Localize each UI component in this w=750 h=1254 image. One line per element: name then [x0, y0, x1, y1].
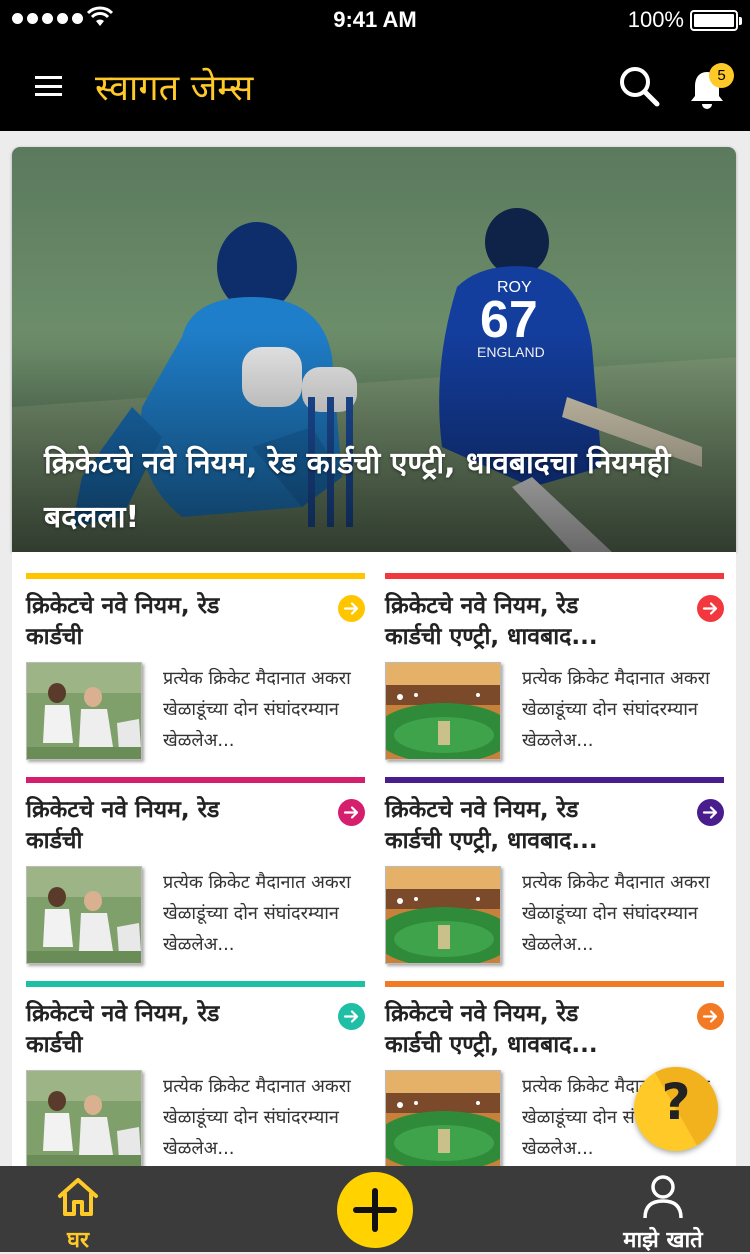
nav-home-label: घर	[66, 1228, 89, 1253]
help-button[interactable]: ?	[634, 1067, 718, 1151]
hamburger-menu-icon[interactable]	[35, 76, 62, 96]
home-icon	[58, 1178, 98, 1216]
add-button[interactable]	[337, 1172, 413, 1248]
search-icon[interactable]	[618, 65, 660, 107]
card-color-bar	[385, 573, 724, 579]
battery-percentage: 100%	[627, 7, 684, 32]
card-title[interactable]: क्रिकेटचे नवे नियम, रेड कार्डची	[26, 999, 326, 1061]
card-color-bar	[26, 981, 365, 987]
battery-icon	[690, 10, 742, 31]
card-description: प्रत्येक क्रिकेट मैदानात अकरा खेळाडूंच्य…	[522, 872, 710, 955]
cricket-fielders-thumbnail	[26, 866, 142, 964]
card-color-bar	[26, 777, 365, 783]
card-color-bar	[26, 573, 365, 579]
news-grid: क्रिकेटचे नवे नियम, रेड कार्डची प्रत्येक…	[12, 552, 736, 1172]
card-color-bar	[385, 981, 724, 987]
arrow-right-icon[interactable]	[697, 799, 724, 826]
news-card[interactable]: क्रिकेटचे नवे नियम, रेड कार्डची प्रत्येक…	[26, 981, 365, 1171]
arrow-right-icon[interactable]	[338, 1003, 365, 1030]
card-title[interactable]: क्रिकेटचे नवे नियम, रेड कार्डची एण्ट्री,…	[385, 591, 685, 653]
app-header: स्वागत जेम्स 5	[0, 40, 750, 131]
card-title[interactable]: क्रिकेटचे नवे नियम, रेड कार्डची एण्ट्री,…	[385, 795, 685, 857]
hero-headline[interactable]: क्रिकेटचे नवे नियम, रेड कार्डची एण्ट्री,…	[44, 437, 714, 545]
card-title[interactable]: क्रिकेटचे नवे नियम, रेड कार्डची	[26, 795, 326, 857]
notification-badge: 5	[709, 63, 734, 88]
news-card[interactable]: क्रिकेटचे नवे नियम, रेड कार्डची प्रत्येक…	[26, 777, 365, 967]
card-color-bar	[385, 777, 724, 783]
arrow-right-icon[interactable]	[338, 799, 365, 826]
news-card[interactable]: क्रिकेटचे नवे नियम, रेड कार्डची एण्ट्री,…	[385, 573, 724, 763]
cricket-fielders-thumbnail	[26, 662, 142, 760]
question-mark-icon: ?	[661, 1073, 691, 1131]
hero-news-card[interactable]: 67 ROY ENGLAND क्रिकेटचे नवे नियम, रेड क…	[12, 147, 736, 552]
news-card[interactable]: क्रिकेटचे नवे नियम, रेड कार्डची एण्ट्री,…	[385, 777, 724, 967]
cricket-stadium-thumbnail	[385, 662, 501, 760]
card-description: प्रत्येक क्रिकेट मैदानात अकरा खेळाडूंच्य…	[163, 872, 351, 955]
cricket-stadium-thumbnail	[385, 1070, 501, 1168]
nav-home[interactable]: घर	[38, 1170, 118, 1253]
plus-icon	[353, 1188, 397, 1232]
user-icon	[643, 1175, 683, 1219]
nav-my-account[interactable]: माझे खाते	[606, 1170, 720, 1253]
welcome-title: स्वागत जेम्स	[95, 68, 254, 109]
status-bar: 9:41 AM 100%	[0, 0, 750, 40]
bottom-navigation: घर माझे खाते	[0, 1166, 750, 1253]
news-card[interactable]: क्रिकेटचे नवे नियम, रेड कार्डची प्रत्येक…	[26, 573, 365, 763]
arrow-right-icon[interactable]	[338, 595, 365, 622]
arrow-right-icon[interactable]	[697, 595, 724, 622]
card-description: प्रत्येक क्रिकेट मैदानात अकरा खेळाडूंच्य…	[163, 1076, 351, 1159]
card-description: प्रत्येक क्रिकेट मैदानात अकरा खेळाडूंच्य…	[163, 668, 351, 751]
cricket-fielders-thumbnail	[26, 1070, 142, 1168]
arrow-right-icon[interactable]	[697, 1003, 724, 1030]
cricket-stadium-thumbnail	[385, 866, 501, 964]
nav-account-label: माझे खाते	[623, 1228, 703, 1253]
card-title[interactable]: क्रिकेटचे नवे नियम, रेड कार्डची एण्ट्री,…	[385, 999, 685, 1061]
card-title[interactable]: क्रिकेटचे नवे नियम, रेड कार्डची	[26, 591, 326, 653]
card-description: प्रत्येक क्रिकेट मैदानात अकरा खेळाडूंच्य…	[522, 668, 710, 751]
